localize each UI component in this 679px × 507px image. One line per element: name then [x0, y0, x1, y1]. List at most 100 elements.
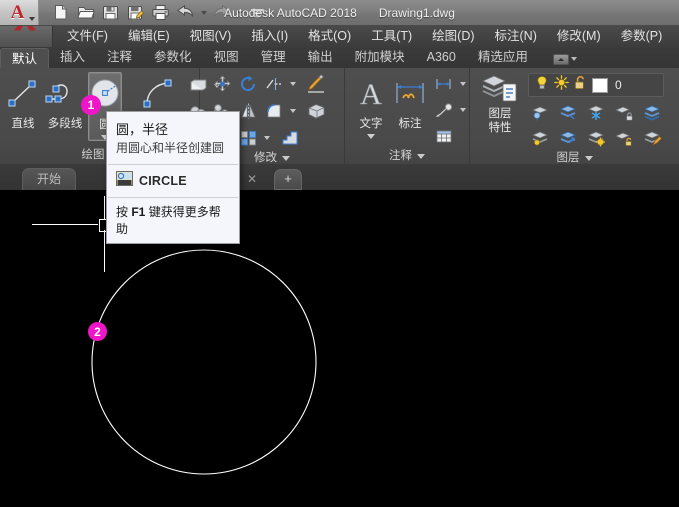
- step-badge-1: 1: [81, 95, 101, 115]
- title-bar: A Autodesk AutoCAD 2018 Drawing1.dwg: [0, 0, 679, 26]
- open-icon[interactable]: [73, 0, 98, 25]
- text-icon: A: [353, 74, 389, 114]
- layer-unisolate-icon[interactable]: [528, 126, 552, 150]
- text-dropdown-icon[interactable]: [367, 134, 375, 139]
- arc-icon: [140, 74, 184, 114]
- line-icon: [3, 74, 43, 114]
- tab-a360[interactable]: A360: [416, 47, 467, 68]
- fillet-dropdown-icon[interactable]: [288, 99, 297, 123]
- qat-more-icon[interactable]: [245, 0, 270, 25]
- redo-icon[interactable]: [209, 0, 234, 25]
- text-tool-button[interactable]: A 文字: [353, 72, 389, 139]
- tab-view[interactable]: 视图: [203, 47, 250, 68]
- explode-icon[interactable]: [278, 126, 302, 150]
- dim-dropdown-icon[interactable]: [458, 72, 467, 96]
- layer-turn-on-icon[interactable]: [556, 126, 580, 150]
- tab-annotate[interactable]: 注释: [96, 47, 143, 68]
- layer-properties-label-1: 图层: [488, 108, 512, 120]
- table-icon[interactable]: [432, 124, 456, 148]
- layer-properties-label-2: 特性: [488, 122, 512, 134]
- lightbulb-icon[interactable]: [535, 75, 549, 96]
- unlock-icon[interactable]: [574, 75, 587, 96]
- chevron-down-icon: [584, 156, 593, 161]
- panel-title-annotation-label: 注释: [389, 150, 412, 162]
- dimension-tool-button[interactable]: 标注: [389, 72, 431, 131]
- move-icon[interactable]: [210, 72, 234, 96]
- layer-color-swatch[interactable]: [592, 77, 608, 93]
- dim-linear-icon[interactable]: [432, 72, 456, 96]
- tab-parametric[interactable]: 参数化: [143, 47, 203, 68]
- doc-tab-close-icon[interactable]: ✕: [245, 172, 259, 186]
- dimension-icon: [389, 74, 431, 114]
- circle-command-icon: [116, 171, 133, 191]
- erase-icon[interactable]: [304, 72, 328, 96]
- arc-tool-button[interactable]: [140, 72, 184, 114]
- undo-dropdown-icon[interactable]: [198, 0, 209, 25]
- line-tool-button[interactable]: 直线: [3, 72, 43, 131]
- current-layer-control[interactable]: 0: [528, 73, 664, 97]
- saveas-icon[interactable]: [123, 0, 148, 25]
- ribbon-tab-bar: 默认 插入 注释 参数化 视图 管理 输出 附加模块 A360 精选应用: [0, 47, 679, 68]
- layer-freeze-icon[interactable]: [584, 100, 608, 124]
- ribbon-collapse-icon[interactable]: [552, 50, 579, 68]
- array-dropdown-icon[interactable]: [262, 126, 271, 150]
- menu-item-view[interactable]: 视图(V): [180, 25, 242, 47]
- document-tab-bar: 开始 ✕ +: [0, 164, 679, 191]
- plot-icon[interactable]: [148, 0, 173, 25]
- chevron-down-icon: [29, 17, 35, 21]
- layer-off-icon[interactable]: [556, 100, 580, 124]
- menu-item-draw[interactable]: 绘图(D): [422, 25, 484, 47]
- layer-lock-icon[interactable]: [612, 100, 636, 124]
- line-tool-label: 直线: [11, 118, 35, 130]
- doc-tab-start[interactable]: 开始: [22, 168, 77, 190]
- save-icon[interactable]: [98, 0, 123, 25]
- rotate-icon[interactable]: [236, 72, 260, 96]
- tab-manage[interactable]: 管理: [250, 47, 297, 68]
- layer-make-current-icon[interactable]: [640, 100, 664, 124]
- tab-addins[interactable]: 附加模块: [344, 47, 416, 68]
- tooltip-help-key: F1: [131, 205, 146, 220]
- trim-dropdown-icon[interactable]: [288, 72, 297, 96]
- menu-item-edit[interactable]: 编辑(E): [118, 25, 180, 47]
- tab-insert[interactable]: 插入: [49, 47, 96, 68]
- crosshair-vertical-bottom: [104, 230, 105, 272]
- menu-item-tools[interactable]: 工具(T): [361, 25, 422, 47]
- application-menu-button[interactable]: A: [0, 0, 39, 25]
- autocad-window: A Autodesk AutoCAD 2018 Drawing1.dwg 文件(…: [0, 0, 679, 507]
- tab-output[interactable]: 输出: [297, 47, 344, 68]
- ribbon-panels: 直线 多段线 圆 绘图 修改 A 文字 标注 注释 图层 特性 0 图层: [0, 68, 679, 165]
- array-3d-icon[interactable]: [304, 99, 328, 123]
- tab-featured-apps[interactable]: 精选应用: [467, 47, 539, 68]
- menu-item-insert[interactable]: 插入(I): [241, 25, 298, 47]
- layer-isolate-icon[interactable]: [528, 100, 552, 124]
- layer-match-icon[interactable]: [640, 126, 664, 150]
- layer-thaw-all-icon[interactable]: [584, 126, 608, 150]
- undo-icon[interactable]: [173, 0, 198, 25]
- tab-home[interactable]: 默认: [0, 48, 50, 68]
- menu-item-dimension[interactable]: 标注(N): [485, 25, 547, 47]
- redo-dropdown-icon[interactable]: [234, 0, 245, 25]
- layer-properties-button[interactable]: 图层 特性: [476, 71, 524, 135]
- new-icon[interactable]: [48, 0, 73, 25]
- panel-title-annotation[interactable]: 注释: [345, 148, 469, 165]
- polyline-icon: [43, 74, 87, 114]
- menu-item-parametric[interactable]: 参数(P): [611, 25, 673, 47]
- layer-unlock-icon[interactable]: [612, 126, 636, 150]
- sun-thaw-icon[interactable]: [554, 75, 569, 95]
- menu-item-format[interactable]: 格式(O): [298, 25, 361, 47]
- trim-icon[interactable]: [262, 72, 286, 96]
- autocad-logo-icon: [0, 25, 53, 47]
- drawn-circle: [91, 249, 317, 475]
- leader-dropdown-icon[interactable]: [458, 98, 467, 122]
- leader-icon[interactable]: [432, 98, 456, 122]
- step-badge-2: 2: [88, 322, 107, 341]
- menu-item-modify[interactable]: 修改(M): [547, 25, 611, 47]
- drawing-canvas[interactable]: [0, 190, 679, 507]
- new-drawing-tab-button[interactable]: +: [274, 169, 302, 190]
- current-layer-name: 0: [615, 78, 622, 92]
- fillet-icon[interactable]: [262, 99, 286, 123]
- dimension-tool-label: 标注: [398, 118, 422, 130]
- menu-item-file[interactable]: 文件(F): [57, 25, 118, 47]
- panel-title-draw-label: 绘图: [81, 149, 105, 161]
- tooltip-command-row: CIRCLE: [107, 165, 239, 197]
